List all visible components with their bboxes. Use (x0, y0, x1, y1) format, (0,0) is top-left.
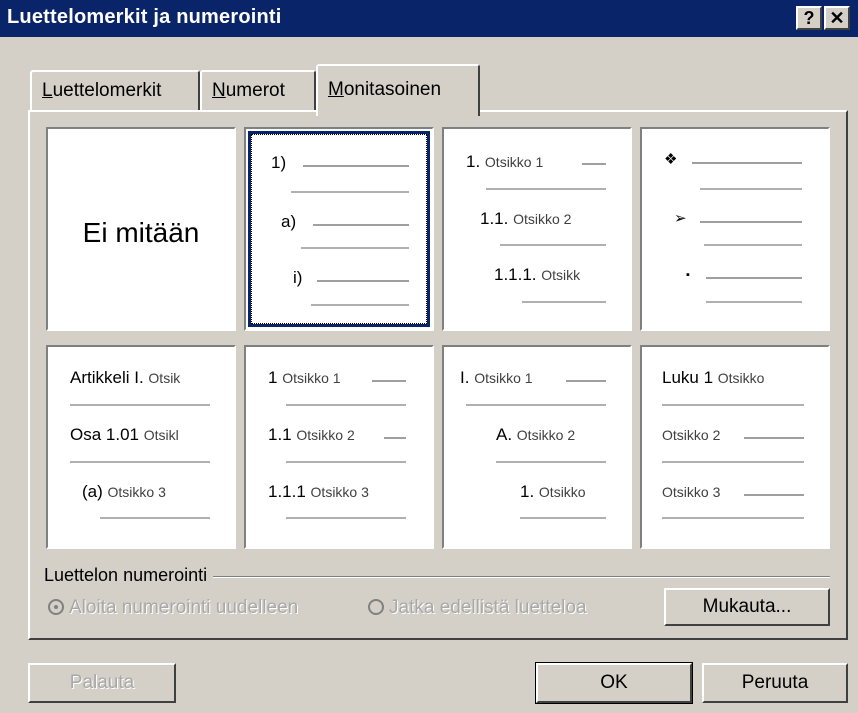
restart-numbering-radio[interactable]: Aloita numerointi uudelleen (48, 597, 298, 619)
radio-unselected-icon (368, 599, 384, 615)
level1-row: I. Otsikko 1 (460, 368, 533, 387)
style-paren-tile[interactable]: 1) a) i) (244, 127, 434, 331)
square-bullet-icon: ▪ (686, 269, 690, 281)
level3-row: 1.1.1. Otsikk (494, 265, 581, 284)
level3-row: Otsikko 3 (662, 484, 721, 500)
level1-row: 1. Otsikko 1 (466, 152, 544, 171)
style-decimal-heading-tile[interactable]: 1 Otsikko 1 1.1 Otsikko 2 1.1.1 Otsikko … (244, 345, 434, 549)
help-button[interactable]: ? (796, 6, 822, 30)
level1-row: Artikkeli I. Otsik (70, 368, 181, 387)
level2-number: a) (281, 212, 297, 231)
reset-button[interactable]: Palauta (28, 663, 176, 703)
close-button[interactable]: ✕ (824, 6, 850, 30)
ok-button[interactable]: OK (535, 662, 693, 704)
tab-bullets[interactable]: Luettelomerkit (30, 70, 200, 112)
level3-row: 1.1.1 Otsikko 3 (268, 482, 369, 501)
style-bullets-tile[interactable]: ❖ ➢ ▪ (640, 127, 830, 331)
level2-row: 1.1. Otsikko 2 (480, 209, 572, 228)
title-bar: Luettelomerkit ja numerointi ? ✕ (0, 0, 858, 37)
level2-row: 1.1 Otsikko 2 (268, 425, 355, 444)
tab-outline-numbered[interactable]: Monitasoinen (316, 64, 480, 116)
none-label: Ei mitään (82, 217, 200, 248)
style-chapter-heading-tile[interactable]: Luku 1 Otsikko Otsikko 2 Otsikko 3 (640, 345, 830, 549)
list-numbering-label: Luettelon numerointi (44, 565, 214, 586)
level2-row: A. Otsikko 2 (496, 425, 576, 444)
style-none-tile[interactable]: Ei mitään (46, 127, 236, 331)
level1-number: 1) (271, 153, 287, 172)
diamond-bullet-icon: ❖ (664, 151, 678, 168)
level2-row: Otsikko 2 (662, 427, 721, 443)
cancel-button[interactable]: Peruuta (702, 663, 848, 703)
level1-row: Luku 1 Otsikko (662, 368, 765, 387)
radio-selected-icon (48, 599, 64, 615)
style-roman-heading-tile[interactable]: I. Otsikko 1 A. Otsikko 2 1. Otsikko (442, 345, 632, 549)
style-article-section-tile[interactable]: Artikkeli I. Otsik Osa 1.01 Otsikl (a) O… (46, 345, 236, 549)
tab-numbers[interactable]: Numerot (200, 70, 316, 112)
level3-number: i) (293, 268, 303, 287)
level1-row: 1 Otsikko 1 (268, 368, 341, 387)
level3-row: (a) Otsikko 3 (82, 482, 166, 501)
arrow-bullet-icon: ➢ (674, 210, 687, 227)
level3-row: 1. Otsikko (520, 482, 586, 501)
level2-row: Osa 1.01 Otsikl (70, 425, 179, 444)
style-heading-decimal-tile[interactable]: 1. Otsikko 1 1.1. Otsikko 2 1.1.1. Otsik… (442, 127, 632, 331)
customize-button[interactable]: Mukauta... (664, 588, 830, 626)
dialog-title: Luettelomerkit ja numerointi (7, 6, 282, 28)
continue-list-radio[interactable]: Jatka edellistä luetteloa (368, 597, 587, 619)
